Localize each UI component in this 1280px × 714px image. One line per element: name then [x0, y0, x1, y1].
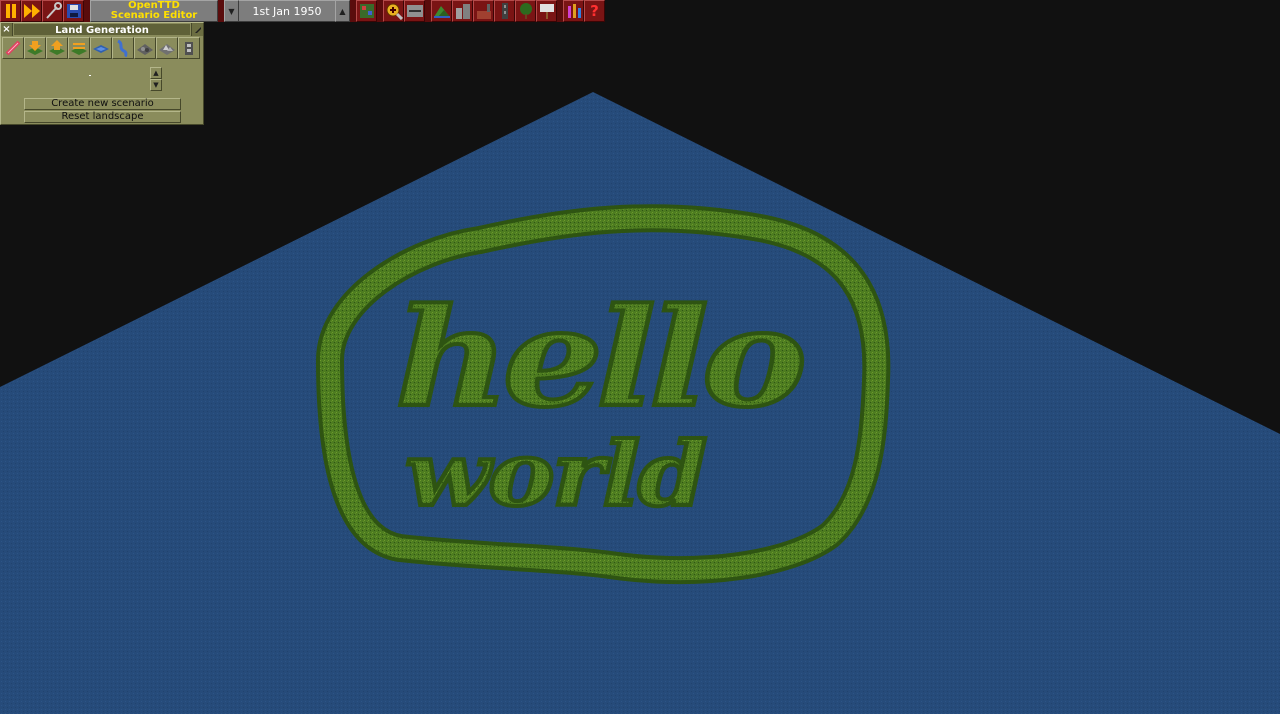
main-toolbar: OpenTTD Scenario Editor ▼ 1st Jan 1950 ▲…: [0, 0, 605, 22]
height-up-icon[interactable]: ▲: [150, 67, 162, 79]
save-icon[interactable]: [63, 0, 84, 22]
land-generation-title: Land Generation: [13, 23, 191, 36]
close-icon[interactable]: ×: [1, 23, 13, 36]
transmitter-icon[interactable]: [178, 37, 200, 59]
pause-icon[interactable]: [0, 0, 21, 22]
create-new-scenario-button[interactable]: Create new scenario: [24, 98, 181, 110]
demolish-icon[interactable]: [2, 37, 24, 59]
settings-icon[interactable]: [42, 0, 63, 22]
land-generation-titlebar[interactable]: × Land Generation: [1, 23, 203, 36]
level-land-icon[interactable]: [68, 37, 90, 59]
pin-icon[interactable]: [191, 23, 203, 36]
music-icon[interactable]: [563, 0, 584, 22]
size-indicator: [89, 75, 91, 76]
zoom-out-icon[interactable]: [404, 0, 425, 22]
lower-land-icon[interactable]: [24, 37, 46, 59]
land-tools-bar: [2, 37, 200, 59]
river-icon[interactable]: [112, 37, 134, 59]
date-up-icon[interactable]: ▲: [335, 0, 350, 22]
water-icon[interactable]: [90, 37, 112, 59]
date-down-icon[interactable]: ▼: [224, 0, 239, 22]
title-line-2: Scenario Editor: [110, 10, 198, 21]
height-down-icon[interactable]: ▼: [150, 79, 162, 91]
industry-generation-icon[interactable]: [473, 0, 494, 22]
road-construction-icon[interactable]: [494, 0, 515, 22]
zoom-in-icon[interactable]: [383, 0, 404, 22]
raise-land-icon[interactable]: [46, 37, 68, 59]
minimap-icon[interactable]: [356, 0, 377, 22]
town-generation-icon[interactable]: [452, 0, 473, 22]
terrain-text-hello: hello: [395, 278, 802, 437]
date-display: 1st Jan 1950: [239, 0, 335, 22]
scenario-editor-title: OpenTTD Scenario Editor: [90, 0, 218, 22]
land-generation-window: × Land Generation ▲ ▼ Create new scenari…: [0, 22, 204, 125]
tree-planting-icon[interactable]: [515, 0, 536, 22]
land-generation-icon[interactable]: [431, 0, 452, 22]
rough-land-icon[interactable]: [134, 37, 156, 59]
fast-forward-icon[interactable]: [21, 0, 42, 22]
help-icon[interactable]: ?: [584, 0, 605, 22]
place-sign-icon[interactable]: [536, 0, 557, 22]
reset-landscape-button[interactable]: Reset landscape: [24, 111, 181, 123]
rocky-land-icon[interactable]: [156, 37, 178, 59]
height-stepper: ▲ ▼: [150, 67, 162, 91]
terrain-text-world: world: [405, 422, 706, 526]
